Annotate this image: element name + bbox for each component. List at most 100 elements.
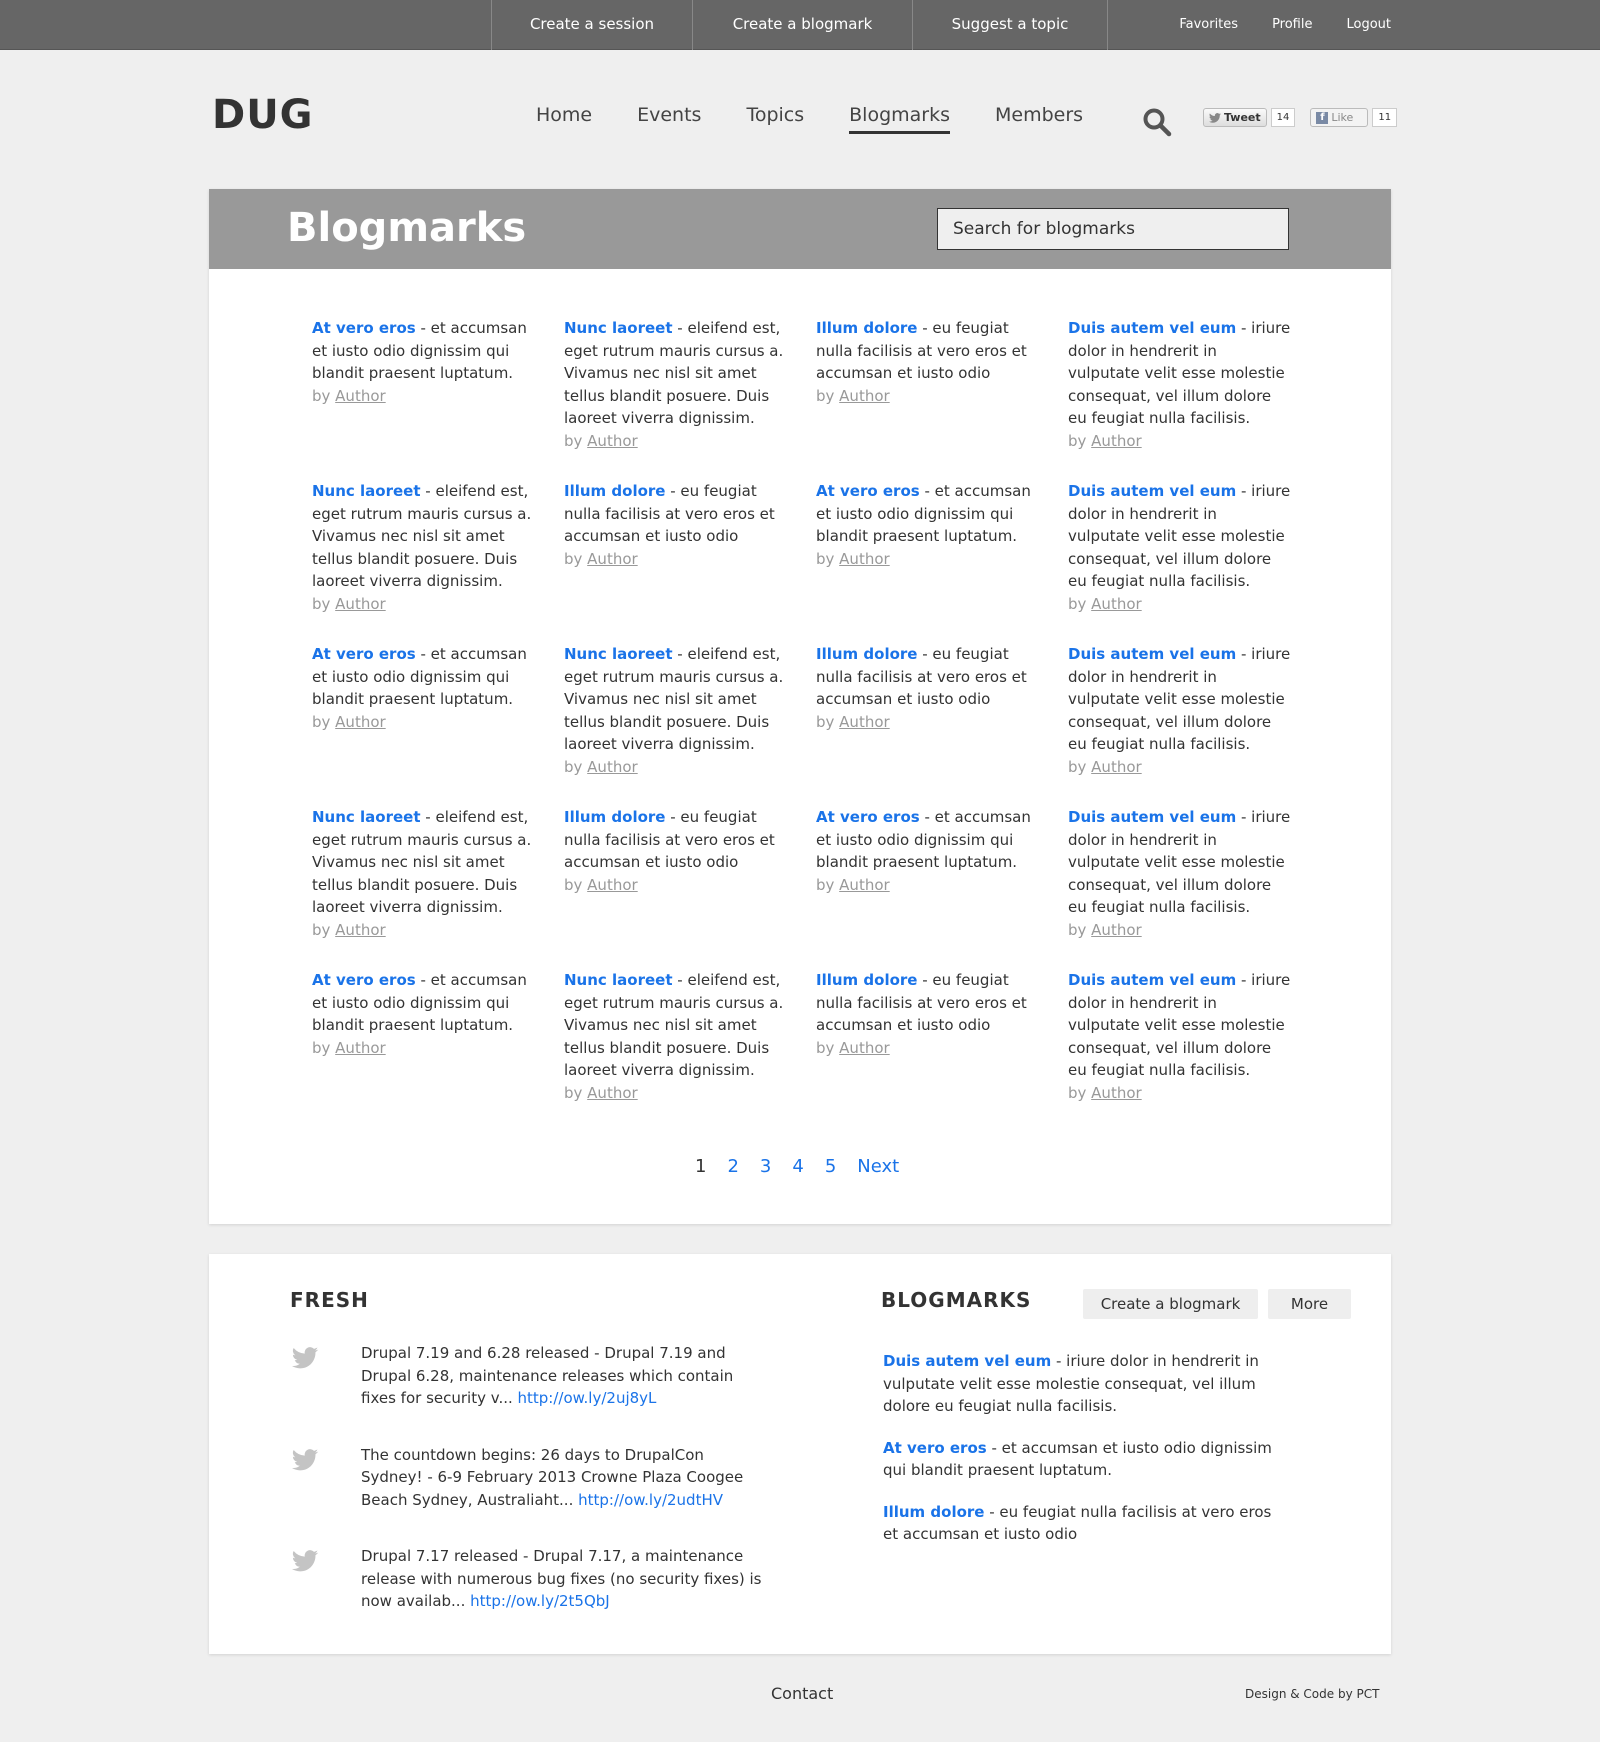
blogmark-title-link[interactable]: At vero eros xyxy=(312,971,416,989)
suggest-topic-link[interactable]: Suggest a topic xyxy=(912,0,1108,50)
widget-blogmark-title-link[interactable]: Duis autem vel eum xyxy=(883,1352,1051,1370)
next-page-link[interactable]: Next xyxy=(857,1156,899,1177)
nav-blogmarks[interactable]: Blogmarks xyxy=(849,104,951,134)
author-link[interactable]: Author xyxy=(587,432,638,450)
byline-prefix: by xyxy=(312,920,336,939)
author-link[interactable]: Author xyxy=(839,876,890,894)
author-link[interactable]: Author xyxy=(587,1084,638,1102)
byline-prefix: by xyxy=(816,386,840,405)
blogmark-byline: by Author xyxy=(564,1082,788,1105)
blogmark-item: At vero eros - et accumsan et iusto odio… xyxy=(816,806,1068,941)
tweet-count: 14 xyxy=(1270,108,1296,127)
author-link[interactable]: Author xyxy=(1091,1084,1142,1102)
main-nav: Home Events Topics Blogmarks Members xyxy=(536,104,1083,134)
create-session-link[interactable]: Create a session xyxy=(491,0,692,50)
nav-members[interactable]: Members xyxy=(995,104,1083,134)
tweet-link[interactable]: http://ow.ly/2udtHV xyxy=(578,1491,723,1509)
blogmark-byline: by Author xyxy=(312,1037,536,1060)
blogmark-title-link[interactable]: At vero eros xyxy=(312,319,416,337)
blogmark-item: At vero eros - et accumsan et iusto odio… xyxy=(312,317,564,452)
author-link[interactable]: Author xyxy=(335,387,386,405)
blogmark-byline: by Author xyxy=(816,1037,1040,1060)
page-5-link[interactable]: 5 xyxy=(825,1156,836,1177)
quick-actions: Create a session Create a blogmark Sugge… xyxy=(491,0,1108,50)
widget-blogmark-item: Duis autem vel eum - iriure dolor in hen… xyxy=(883,1350,1283,1418)
blogmark-byline: by Author xyxy=(312,711,536,734)
byline-prefix: by xyxy=(1068,757,1092,776)
blogmark-title-link[interactable]: Nunc laoreet xyxy=(564,645,673,663)
profile-link[interactable]: Profile xyxy=(1272,0,1312,50)
author-link[interactable]: Author xyxy=(587,876,638,894)
author-link[interactable]: Author xyxy=(335,1039,386,1057)
contact-link[interactable]: Contact xyxy=(771,1684,833,1703)
like-button[interactable]: f Like xyxy=(1310,108,1369,127)
blogmark-title-link[interactable]: At vero eros xyxy=(816,482,920,500)
tweet-link[interactable]: http://ow.ly/2t5QbJ xyxy=(470,1592,610,1610)
byline-prefix: by xyxy=(564,757,588,776)
author-link[interactable]: Author xyxy=(839,387,890,405)
author-link[interactable]: Author xyxy=(1091,432,1142,450)
byline-prefix: by xyxy=(312,386,336,405)
author-link[interactable]: Author xyxy=(839,1039,890,1057)
author-link[interactable]: Author xyxy=(1091,595,1142,613)
like-label: Like xyxy=(1331,111,1354,124)
blogmark-item: Nunc laoreet - eleifend est, eget rutrum… xyxy=(312,480,564,615)
search-icon[interactable] xyxy=(1142,107,1172,137)
blogmark-title-link[interactable]: Illum dolore xyxy=(564,482,665,500)
favorites-link[interactable]: Favorites xyxy=(1179,0,1238,50)
panel-header: Blogmarks xyxy=(209,189,1391,269)
author-link[interactable]: Author xyxy=(335,595,386,613)
blogmark-title-link[interactable]: Nunc laoreet xyxy=(312,482,421,500)
page-2-link[interactable]: 2 xyxy=(727,1156,738,1177)
widget-blogmark-title-link[interactable]: At vero eros xyxy=(883,1439,987,1457)
top-bar: Create a session Create a blogmark Sugge… xyxy=(0,0,1600,50)
twitter-bird-icon xyxy=(291,1448,319,1470)
author-link[interactable]: Author xyxy=(587,550,638,568)
blogmark-item: Duis autem vel eum - iriure dolor in hen… xyxy=(1068,317,1320,452)
blogmark-title-link[interactable]: Duis autem vel eum xyxy=(1068,319,1236,337)
blogmark-title-link[interactable]: Illum dolore xyxy=(816,971,917,989)
author-link[interactable]: Author xyxy=(839,550,890,568)
tweet-item: The countdown begins: 26 days to DrupalC… xyxy=(290,1444,770,1512)
nav-events[interactable]: Events xyxy=(637,104,701,134)
twitter-bird-icon xyxy=(291,1550,319,1572)
tweet-link[interactable]: http://ow.ly/2uj8yL xyxy=(518,1389,657,1407)
page-4-link[interactable]: 4 xyxy=(792,1156,803,1177)
blogmark-title-link[interactable]: Duis autem vel eum xyxy=(1068,808,1236,826)
blogmark-title-link[interactable]: Duis autem vel eum xyxy=(1068,971,1236,989)
tweet-button[interactable]: Tweet xyxy=(1203,108,1267,127)
user-menu: Favorites Profile Logout xyxy=(1179,0,1391,50)
blogmark-title-link[interactable]: At vero eros xyxy=(816,808,920,826)
byline-prefix: by xyxy=(312,594,336,613)
create-blogmark-button[interactable]: Create a blogmark xyxy=(1083,1289,1258,1319)
tweet-widget: Tweet 14 xyxy=(1203,108,1296,127)
widget-blogmark-title-link[interactable]: Illum dolore xyxy=(883,1503,984,1521)
author-link[interactable]: Author xyxy=(587,758,638,776)
author-link[interactable]: Author xyxy=(839,713,890,731)
author-link[interactable]: Author xyxy=(1091,758,1142,776)
create-blogmark-link[interactable]: Create a blogmark xyxy=(692,0,912,50)
blogmark-title-link[interactable]: At vero eros xyxy=(312,645,416,663)
blogmark-title-link[interactable]: Duis autem vel eum xyxy=(1068,482,1236,500)
blogmark-title-link[interactable]: Illum dolore xyxy=(816,319,917,337)
author-link[interactable]: Author xyxy=(1091,921,1142,939)
blogmark-search-input[interactable] xyxy=(937,208,1289,250)
author-link[interactable]: Author xyxy=(335,921,386,939)
more-button[interactable]: More xyxy=(1268,1289,1351,1319)
byline-prefix: by xyxy=(564,431,588,450)
page-3-link[interactable]: 3 xyxy=(760,1156,771,1177)
nav-home[interactable]: Home xyxy=(536,104,592,134)
blogmark-byline: by Author xyxy=(564,430,788,453)
blogmark-title-link[interactable]: Nunc laoreet xyxy=(564,319,673,337)
nav-topics[interactable]: Topics xyxy=(746,104,804,134)
blogmark-title-link[interactable]: Illum dolore xyxy=(564,808,665,826)
blogmark-item: Nunc laoreet - eleifend est, eget rutrum… xyxy=(564,969,816,1104)
blogmark-title-link[interactable]: Nunc laoreet xyxy=(564,971,673,989)
logout-link[interactable]: Logout xyxy=(1346,0,1391,50)
author-link[interactable]: Author xyxy=(335,713,386,731)
blogmark-title-link[interactable]: Nunc laoreet xyxy=(312,808,421,826)
blogmark-title-link[interactable]: Duis autem vel eum xyxy=(1068,645,1236,663)
site-logo[interactable]: DUG xyxy=(212,92,314,138)
tweet-item: Drupal 7.17 released - Drupal 7.17, a ma… xyxy=(290,1545,770,1613)
blogmark-title-link[interactable]: Illum dolore xyxy=(816,645,917,663)
